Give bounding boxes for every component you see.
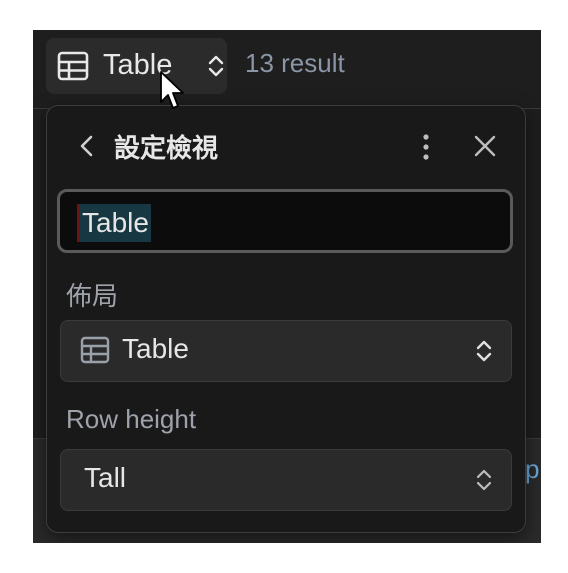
layout-select[interactable]: Table [60,320,512,382]
row-height-select-value: Tall [84,462,127,493]
view-settings-panel: 設定檢視 Table 佈局 Table Row height Tall [46,105,526,533]
close-icon[interactable] [473,134,497,158]
result-count: 13 result [245,48,345,78]
panel-title: 設定檢視 [114,133,219,163]
layout-label: 佈局 [66,281,119,311]
table-icon [80,336,110,364]
table-icon [57,51,89,81]
background-text-fragment: p [525,454,540,484]
view-name-input[interactable]: Table [57,189,513,253]
more-options-icon[interactable] [419,132,433,162]
row-height-label: Row height [66,404,197,434]
back-arrow-icon[interactable] [77,131,97,161]
chevron-up-down-icon [476,469,492,491]
chevron-up-down-icon [476,340,492,362]
row-height-select[interactable]: Tall [60,449,512,511]
layout-select-value: Table [122,333,189,364]
chevron-up-down-icon [208,55,224,77]
app-window: p Table 13 result 設定檢視 Table 佈局 Table Ro… [33,30,541,543]
mouse-pointer-icon [160,71,184,109]
view-switcher-button[interactable]: Table [46,38,227,94]
view-name-value: Table [80,204,151,242]
